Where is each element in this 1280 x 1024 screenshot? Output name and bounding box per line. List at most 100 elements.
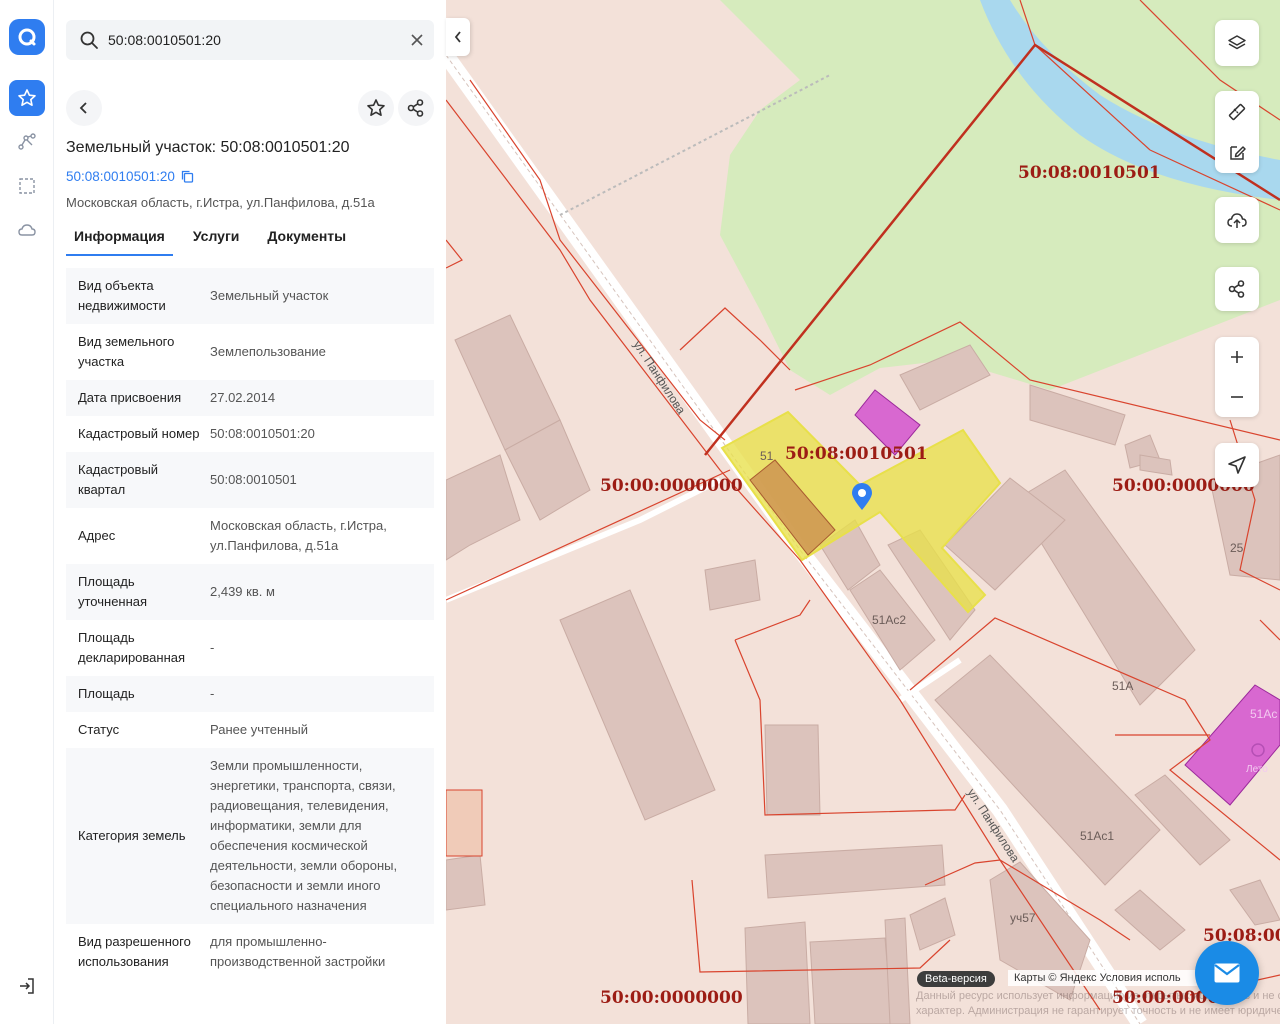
tab-bar: Информация Услуги Документы	[66, 222, 366, 256]
left-rail	[0, 0, 54, 1024]
map-attribution[interactable]: Карты © Яндекс Условия исполь	[1008, 970, 1198, 986]
small-parcel	[446, 789, 483, 857]
star-icon	[367, 99, 385, 116]
info-row-value: Земельный участок	[210, 288, 329, 303]
map-share-control[interactable]	[1215, 267, 1259, 311]
purple-parcel-2[interactable]	[1184, 684, 1280, 806]
clear-search-icon[interactable]	[400, 34, 434, 46]
info-row-label: Статус	[78, 722, 120, 737]
info-row-label: Вид разрешенного использования	[78, 934, 191, 969]
tab-services[interactable]: Услуги	[185, 222, 248, 256]
house-number: 51Ас	[1250, 707, 1277, 721]
share-button[interactable]	[398, 90, 434, 126]
quarter-label: 50:00:0000000	[600, 476, 743, 496]
house-number: уч57	[1010, 911, 1036, 925]
chevron-left-icon	[454, 31, 461, 43]
cloud-icon[interactable]	[9, 212, 45, 248]
search-bar	[66, 20, 434, 60]
info-row-value: Землепользование	[210, 344, 326, 359]
info-row: Адрес Московская область, г.Истра, ул.Пан…	[66, 508, 434, 564]
house-number: 25	[1230, 541, 1244, 555]
info-table: Вид объекта недвижимости Земельный участо…	[66, 268, 434, 980]
layers-control[interactable]	[1215, 20, 1259, 66]
object-title: Земельный участок: 50:08:0010501:20	[66, 139, 350, 156]
info-row-value: -	[210, 686, 215, 701]
map-view[interactable]: 50:08:0010501 50:08:0010501 50:00:000000…	[446, 0, 1280, 1024]
house-number: 51Ас1	[1080, 829, 1114, 843]
login-icon[interactable]	[9, 968, 45, 1004]
info-row-label: Вид земельного участка	[78, 334, 175, 369]
measure-draw-control	[1215, 91, 1259, 173]
quarter-label: 50:00:0000000	[600, 988, 743, 1008]
info-row: Кадастровый номер 50:08:0010501:20	[66, 416, 434, 452]
feedback-mail-button[interactable]	[1195, 941, 1259, 1005]
info-row: Площадь уточненная 2,439 кв. м	[66, 564, 434, 620]
info-row: Площадь декларированная -	[66, 620, 434, 676]
info-row: Вид объекта недвижимости Земельный участо…	[66, 268, 434, 324]
cloud-upload-icon[interactable]	[1226, 210, 1248, 230]
copy-icon[interactable]	[181, 170, 194, 183]
quarter-label: 50:08:0010501	[1018, 163, 1161, 183]
tab-documents[interactable]: Документы	[259, 222, 354, 256]
quarter-label: 50:08:0010501	[785, 444, 928, 464]
map-canvas[interactable]: 50:08:0010501 50:08:0010501 50:00:000000…	[446, 0, 1280, 1024]
back-button[interactable]	[66, 90, 102, 126]
info-row-label: Кадастровый квартал	[78, 462, 159, 497]
zoom-control	[1215, 337, 1259, 417]
ruler-icon[interactable]	[1227, 102, 1247, 122]
collapse-panel-button[interactable]	[446, 18, 470, 56]
house-number: 51	[760, 449, 774, 463]
house-number: 51А	[1112, 679, 1133, 693]
info-row-label: Вид объекта недвижимости	[78, 278, 166, 313]
tab-information[interactable]: Информация	[66, 222, 173, 256]
route-icon[interactable]	[9, 124, 45, 160]
info-row: Кадастровый квартал 50:08:0010501	[66, 452, 434, 508]
search-input[interactable]	[108, 32, 400, 48]
cadastral-number-link[interactable]: 50:08:0010501:20	[66, 169, 194, 184]
share-icon[interactable]	[1227, 279, 1247, 299]
info-panel: Земельный участок: 50:08:0010501:20 50:0…	[54, 0, 446, 1024]
share-icon	[407, 99, 424, 117]
beta-badge: Beta-версия	[917, 971, 995, 987]
info-row-label: Площадь уточненная	[78, 574, 148, 609]
chevron-left-icon	[79, 102, 87, 114]
add-favorite-button[interactable]	[358, 90, 394, 126]
geolocation-arrow-icon[interactable]	[1227, 455, 1247, 475]
info-row-label: Адрес	[78, 528, 116, 543]
info-row-value: для промышленно-производственной застрой…	[210, 934, 386, 969]
object-address: Московская область, г.Истра, ул.Панфилов…	[66, 195, 375, 210]
info-row-value: 50:08:0010501	[210, 472, 297, 487]
info-row-value: Земли промышленности, энергетики, трансп…	[210, 758, 398, 913]
info-row-label: Кадастровый номер	[78, 426, 200, 441]
area-select-icon[interactable]	[9, 168, 45, 204]
info-row: Вид земельного участка Землепользование	[66, 324, 434, 380]
zoom-out-icon[interactable]	[1229, 389, 1245, 405]
upload-control[interactable]	[1215, 197, 1259, 243]
edit-icon[interactable]	[1227, 143, 1247, 163]
info-row-label: Дата присвоения	[78, 390, 182, 405]
house-number: 51Ас2	[872, 613, 906, 627]
mail-icon	[1214, 963, 1240, 983]
park-area	[700, 0, 1280, 395]
layers-icon[interactable]	[1227, 33, 1247, 53]
info-row: Статус Ранее учтенный	[66, 712, 434, 748]
favorites-star-icon[interactable]	[9, 80, 45, 116]
info-row-label: Площадь декларированная	[78, 630, 186, 665]
zoom-in-icon[interactable]	[1229, 349, 1245, 365]
info-row-value: 27.02.2014	[210, 390, 276, 405]
cadastral-number-text[interactable]: 50:08:0010501:20	[66, 169, 175, 184]
info-row: Категория земель Земли промышленности, эн…	[66, 748, 434, 924]
info-row-value: Ранее учтенный	[210, 722, 308, 737]
search-icon	[70, 30, 108, 50]
info-row: Площадь -	[66, 676, 434, 712]
app-logo-icon[interactable]	[9, 19, 45, 55]
geolocation-control[interactable]	[1215, 443, 1259, 487]
info-row-value: -	[210, 640, 215, 655]
info-row-value: Московская область, г.Истра, ул.Панфилов…	[210, 518, 387, 553]
info-row-value: 2,439 кв. м	[210, 584, 275, 599]
info-row-label: Категория земель	[78, 828, 186, 843]
info-row-label: Площадь	[78, 686, 135, 701]
info-row: Вид разрешенного использования для промыш…	[66, 924, 434, 980]
info-row: Дата присвоения 27.02.2014	[66, 380, 434, 416]
poi-label: Лето	[1246, 764, 1268, 775]
